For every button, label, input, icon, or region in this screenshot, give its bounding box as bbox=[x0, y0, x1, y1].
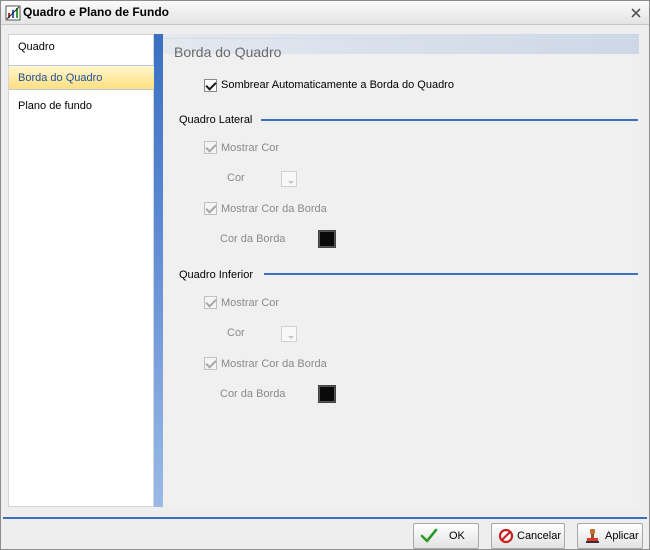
lateral-color-label: Cor bbox=[227, 172, 245, 184]
lateral-show-border-color-checkbox[interactable] bbox=[204, 202, 217, 215]
title-bar[interactable]: Quadro e Plano de Fundo bbox=[1, 1, 649, 25]
lateral-color-picker[interactable] bbox=[281, 171, 297, 187]
page-title: Borda do Quadro bbox=[174, 44, 282, 60]
inferior-group-divider bbox=[264, 273, 638, 275]
lateral-show-color-label: Mostrar Cor bbox=[221, 142, 280, 154]
sidebar: Quadro Borda do Quadro Plano de fundo bbox=[8, 34, 155, 507]
inferior-show-border-color-checkbox[interactable] bbox=[204, 357, 217, 370]
auto-shadow-label: Sombrear Automaticamente a Borda do Quad… bbox=[221, 79, 454, 91]
sidebar-item-quadro[interactable]: Quadro bbox=[9, 35, 155, 60]
lateral-border-color-picker[interactable] bbox=[318, 230, 336, 248]
close-icon[interactable] bbox=[629, 6, 643, 20]
inferior-show-color-label: Mostrar Cor bbox=[221, 297, 280, 309]
stamp-icon bbox=[586, 529, 599, 543]
inferior-show-border-color-label: Mostrar Cor da Borda bbox=[221, 358, 327, 370]
lateral-group-header: Quadro Lateral bbox=[179, 114, 253, 126]
inferior-border-color-label: Cor da Borda bbox=[220, 388, 286, 400]
lateral-border-color-label: Cor da Borda bbox=[220, 233, 286, 245]
checkmark-icon bbox=[420, 528, 438, 543]
ok-button-label: OK bbox=[449, 530, 465, 542]
cancel-button[interactable]: Cancelar bbox=[491, 523, 565, 549]
inferior-border-color-picker[interactable] bbox=[318, 385, 336, 403]
apply-button-label: Aplicar bbox=[605, 530, 639, 542]
dialog-window: Quadro e Plano de Fundo Quadro Borda do … bbox=[0, 0, 650, 550]
sidebar-item-plano-de-fundo[interactable]: Plano de fundo bbox=[9, 94, 155, 119]
lateral-group-divider bbox=[261, 119, 638, 121]
footer-divider bbox=[3, 517, 647, 519]
inferior-color-label: Cor bbox=[227, 327, 245, 339]
cancel-icon bbox=[498, 528, 514, 544]
lateral-show-color-checkbox[interactable] bbox=[204, 141, 217, 154]
inferior-show-color-checkbox[interactable] bbox=[204, 296, 217, 309]
inferior-color-picker[interactable] bbox=[281, 326, 297, 342]
ok-button[interactable]: OK bbox=[413, 523, 479, 549]
content-accent-bar bbox=[154, 34, 163, 507]
sidebar-item-borda-do-quadro[interactable]: Borda do Quadro bbox=[9, 65, 155, 90]
apply-button[interactable]: Aplicar bbox=[577, 523, 643, 549]
lateral-show-border-color-label: Mostrar Cor da Borda bbox=[221, 203, 327, 215]
cancel-button-label: Cancelar bbox=[517, 530, 562, 542]
chart-frame-icon bbox=[5, 5, 21, 21]
auto-shadow-checkbox[interactable] bbox=[204, 79, 217, 92]
window-title: Quadro e Plano de Fundo bbox=[23, 5, 170, 19]
inferior-group-header: Quadro Inferior bbox=[179, 269, 253, 281]
